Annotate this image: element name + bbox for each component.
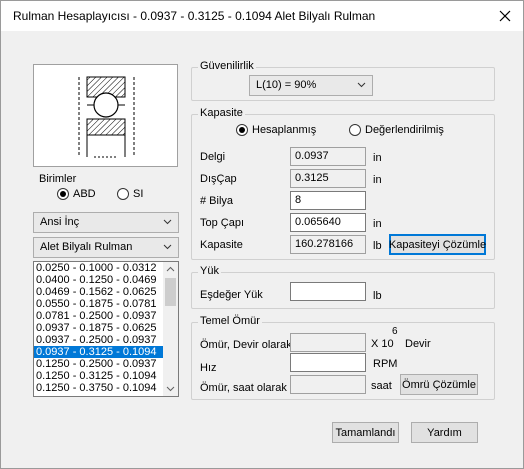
scroll-thumb[interactable] [165, 278, 176, 306]
capacity-label: Kapasite [200, 239, 243, 251]
done-button[interactable]: Tamamlandı [332, 422, 399, 443]
unit-system-combo[interactable]: Ansi İnç [33, 212, 179, 233]
life-hours-field[interactable] [290, 375, 366, 394]
capacity-radio-calculated-label: Hesaplanmış [252, 124, 317, 136]
capacity-field[interactable]: 160.278166 [290, 235, 366, 254]
bearing-type-combo[interactable]: Alet Bilyalı Rulman [33, 237, 179, 258]
list-scrollbar[interactable] [163, 262, 178, 396]
scroll-up-icon[interactable] [166, 266, 175, 272]
od-field[interactable]: 0.3125 [290, 169, 366, 188]
radio-circle [57, 188, 69, 200]
bearing-size-item[interactable]: 0.0781 - 0.2500 - 0.0937 [34, 310, 178, 322]
bearing-size-item[interactable]: 0.1250 - 0.3125 - 0.1094 [34, 370, 178, 382]
capacity-group: Kapasite Hesaplanmış Değerlendirilmiş De… [191, 107, 495, 260]
units-group-label: Birimler [39, 173, 77, 185]
life-revolutions-field[interactable] [290, 333, 366, 352]
reliability-combo[interactable]: L(10) = 90% [249, 75, 373, 96]
window-title: Rulman Hesaplayıcısı - 0.0937 - 0.3125 -… [13, 9, 376, 23]
units-radio-abd-label: ABD [73, 188, 96, 200]
load-group-label: Yük [198, 265, 221, 277]
speed-field[interactable] [290, 353, 366, 372]
bearing-type-combo-value: Alet Bilyalı Rulman [40, 241, 133, 253]
capacity-unit: lb [373, 240, 382, 252]
life-revolutions-unit2: Devir [405, 338, 431, 350]
capacity-radio-rated-label: Değerlendirilmiş [365, 124, 444, 136]
bore-label: Delgi [200, 151, 226, 163]
radio-circle [117, 188, 129, 200]
bore-field[interactable]: 0.0937 [290, 147, 366, 166]
life-hours-label: Ömür, saat olarak [200, 382, 287, 394]
bearing-diagram [33, 64, 178, 167]
bearing-size-item[interactable]: 0.0937 - 0.3125 - 0.1094 [34, 346, 178, 358]
chevron-down-icon [357, 82, 366, 88]
load-group: Yük Eşdeğer Yük lb [191, 265, 495, 309]
reliability-group-label: Güvenilirlik [198, 60, 256, 72]
bearing-size-item[interactable]: 0.0250 - 0.1000 - 0.0312 [34, 262, 178, 274]
ball-diameter-field[interactable]: 0.065640 [290, 213, 366, 232]
balls-label: # Bilya [200, 195, 234, 207]
reliability-combo-value: L(10) = 90% [256, 79, 317, 91]
units-radio-abd[interactable]: ABD [57, 188, 96, 200]
speed-label: Hız [200, 362, 217, 374]
capacity-radio-calculated[interactable]: Hesaplanmış [236, 124, 316, 136]
units-radio-si-label: SI [133, 188, 144, 200]
bearing-size-item[interactable]: 0.0469 - 0.1562 - 0.0625 [34, 286, 178, 298]
balls-field[interactable]: 8 [290, 191, 366, 210]
bearing-size-list[interactable]: 0.0250 - 0.1000 - 0.0312 0.0400 - 0.1250 … [33, 261, 179, 397]
bore-unit: in [373, 152, 382, 164]
title-bar: Rulman Hesaplayıcısı - 0.0937 - 0.3125 -… [1, 1, 523, 31]
capacity-radio-rated[interactable]: Değerlendirilmiş [349, 124, 444, 136]
life-revolutions-exponent: 6 [392, 326, 398, 337]
life-revolutions-unit: X 10 [371, 338, 394, 350]
close-button[interactable] [487, 1, 523, 31]
chevron-down-icon [163, 219, 172, 225]
reliability-group: Güvenilirlik L(10) = 90% [191, 60, 495, 101]
unit-system-combo-value: Ansi İnç [40, 216, 80, 228]
solve-capacity-button[interactable]: Kapasiteyi Çözümle [389, 234, 486, 255]
bearing-size-item[interactable]: 0.0937 - 0.1875 - 0.0625 [34, 322, 178, 334]
life-revolutions-label: Ömür, Devir olarak [200, 339, 292, 351]
life-group: Temel Ömür Ömür, Devir olarak X 10 6 Dev… [191, 315, 495, 400]
solve-life-button[interactable]: Ömrü Çözümle [400, 374, 478, 395]
units-group: Birimler ABD SI [33, 173, 178, 207]
bearing-size-item[interactable]: 0.0550 - 0.1875 - 0.0781 [34, 298, 178, 310]
bearing-calculator-dialog: Rulman Hesaplayıcısı - 0.0937 - 0.3125 -… [0, 0, 524, 469]
bearing-size-item[interactable]: 0.1250 - 0.2500 - 0.0937 [34, 358, 178, 370]
equivalent-load-unit: lb [373, 290, 382, 302]
bearing-size-item[interactable]: 0.1250 - 0.3750 - 0.1094 [34, 382, 178, 394]
close-icon [499, 10, 511, 22]
od-label: DışÇap [200, 173, 237, 185]
bearing-size-item[interactable]: 0.0400 - 0.1250 - 0.0469 [34, 274, 178, 286]
bearing-size-item[interactable]: 0.0937 - 0.2500 - 0.0937 [34, 334, 178, 346]
od-unit: in [373, 174, 382, 186]
ball-diameter-unit: in [373, 218, 382, 230]
help-button[interactable]: Yardım [411, 422, 478, 443]
equivalent-load-label: Eşdeğer Yük [200, 289, 263, 301]
capacity-group-label: Kapasite [198, 107, 245, 119]
speed-unit: RPM [373, 358, 398, 370]
units-radio-si[interactable]: SI [117, 188, 143, 200]
scroll-down-icon[interactable] [166, 386, 175, 392]
chevron-down-icon [163, 244, 172, 250]
ball-diameter-label: Top Çapı [200, 217, 245, 229]
radio-circle [236, 124, 248, 136]
radio-circle [349, 124, 361, 136]
bearing-size-items: 0.0250 - 0.1000 - 0.0312 0.0400 - 0.1250 … [34, 262, 178, 394]
life-hours-unit: saat [371, 380, 392, 392]
equivalent-load-field[interactable] [290, 282, 366, 301]
life-group-label: Temel Ömür [198, 315, 262, 327]
